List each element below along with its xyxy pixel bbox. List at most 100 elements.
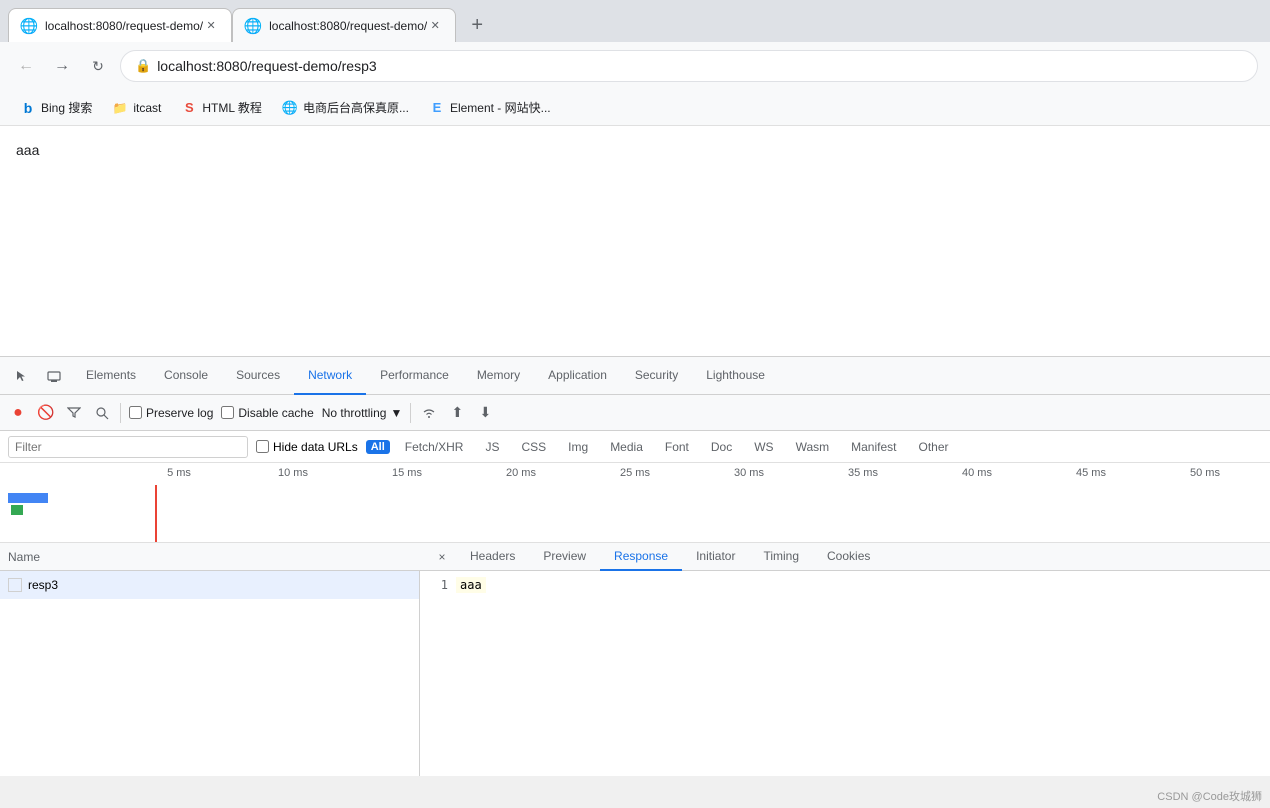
bookmarks-bar: b Bing 搜索 📁 itcast S HTML 教程 🌐 电商后台高保真原.… — [0, 90, 1270, 126]
url-text: localhost:8080/request-demo/resp3 — [157, 58, 376, 74]
element-icon: E — [429, 100, 445, 116]
devtools-device-icon[interactable] — [40, 362, 68, 390]
ruler-mark-10: 50 ms — [1148, 467, 1262, 479]
url-bar[interactable]: 🔒 localhost:8080/request-demo/resp3 — [120, 50, 1258, 82]
tab-console[interactable]: Console — [150, 357, 222, 395]
devtools-cursor-icon[interactable] — [8, 362, 36, 390]
doc-filter[interactable]: Doc — [704, 439, 739, 455]
line-text: aaa — [456, 577, 486, 593]
page-text: aaa — [16, 142, 39, 158]
response-panel: 1 aaa — [420, 571, 1270, 776]
tab-security[interactable]: Security — [621, 357, 692, 395]
js-filter[interactable]: JS — [478, 439, 506, 455]
itcast-icon: 📁 — [112, 100, 128, 116]
ws-filter[interactable]: WS — [747, 439, 780, 455]
filter-bar: Hide data URLs All Fetch/XHR JS CSS Img … — [0, 431, 1270, 463]
name-column-header: Name — [8, 550, 428, 564]
preserve-log-checkbox[interactable]: Preserve log — [129, 406, 213, 420]
timeline-red-line — [155, 485, 157, 542]
record-button[interactable]: ● — [8, 403, 28, 423]
response-tab[interactable]: Response — [600, 543, 682, 571]
close-column-header[interactable]: × — [428, 550, 456, 564]
other-filter[interactable]: Other — [912, 439, 956, 455]
bookmark-bing[interactable]: b Bing 搜索 — [12, 97, 100, 118]
bookmark-ecommerce-label: 电商后台高保真原... — [303, 99, 409, 116]
ruler-mark-8: 40 ms — [920, 467, 1034, 479]
media-filter[interactable]: Media — [603, 439, 650, 455]
browser-chrome: 🌐 localhost:8080/request-demo/ ✕ 🌐 local… — [0, 0, 1270, 126]
tab-sources[interactable]: Sources — [222, 357, 294, 395]
bing-icon: b — [20, 100, 36, 116]
reload-button[interactable]: ↻ — [84, 52, 112, 80]
font-filter[interactable]: Font — [658, 439, 696, 455]
hide-data-urls-checkbox[interactable]: Hide data URLs — [256, 440, 358, 454]
upload-icon[interactable]: ⬆ — [447, 403, 467, 423]
line-number: 1 — [428, 578, 448, 592]
preview-tab[interactable]: Preview — [529, 543, 600, 571]
wasm-filter[interactable]: Wasm — [789, 439, 837, 455]
css-filter[interactable]: CSS — [514, 439, 553, 455]
headers-tab[interactable]: Headers — [456, 543, 529, 571]
tab-2-close[interactable]: ✕ — [427, 18, 443, 34]
tab-lighthouse[interactable]: Lighthouse — [692, 357, 779, 395]
ruler-mark-9: 45 ms — [1034, 467, 1148, 479]
bookmark-element-label: Element - 网站快... — [450, 99, 551, 116]
response-line-1: 1 aaa — [428, 575, 1262, 595]
tab-application[interactable]: Application — [534, 357, 621, 395]
wifi-icon[interactable] — [419, 403, 439, 423]
filter-input[interactable] — [8, 436, 248, 458]
request-detail-split: resp3 1 aaa — [0, 571, 1270, 776]
filter-icon[interactable] — [64, 403, 84, 423]
search-button[interactable] — [92, 403, 112, 423]
clear-button[interactable]: 🚫 — [36, 403, 56, 423]
table-row[interactable]: resp3 — [0, 571, 419, 599]
bookmark-element[interactable]: E Element - 网站快... — [421, 97, 559, 118]
separator-1 — [120, 403, 121, 423]
separator-2 — [410, 403, 411, 423]
img-filter[interactable]: Img — [561, 439, 595, 455]
tab-bar: 🌐 localhost:8080/request-demo/ ✕ 🌐 local… — [0, 0, 1270, 42]
tab-network[interactable]: Network — [294, 357, 366, 395]
ruler-mark-3: 15 ms — [350, 467, 464, 479]
bookmark-html[interactable]: S HTML 教程 — [173, 97, 270, 118]
download-icon[interactable]: ⬇ — [475, 403, 495, 423]
ruler-mark-6: 30 ms — [692, 467, 806, 479]
request-list: resp3 — [0, 571, 420, 776]
cookies-tab[interactable]: Cookies — [813, 543, 884, 571]
ruler-mark-2: 10 ms — [236, 467, 350, 479]
throttle-arrow-icon: ▼ — [390, 406, 402, 420]
fetch-xhr-filter[interactable]: Fetch/XHR — [398, 439, 471, 455]
throttling-select[interactable]: No throttling ▼ — [322, 406, 403, 420]
timeline-bar-row — [8, 491, 1262, 507]
manifest-filter[interactable]: Manifest — [844, 439, 903, 455]
new-tab-button[interactable]: + — [460, 8, 494, 42]
bookmark-bing-label: Bing 搜索 — [41, 99, 92, 116]
back-button[interactable]: ← — [12, 52, 40, 80]
tab-1-title: localhost:8080/request-demo/ — [45, 19, 203, 33]
timeline-bar-green — [11, 505, 23, 515]
tab-1-close[interactable]: ✕ — [203, 18, 219, 34]
disable-cache-checkbox[interactable]: Disable cache — [221, 406, 313, 420]
tab-1-favicon: 🌐 — [21, 18, 37, 34]
tab-2[interactable]: 🌐 localhost:8080/request-demo/ ✕ — [232, 8, 456, 42]
ruler-mark-5: 25 ms — [578, 467, 692, 479]
tab-performance[interactable]: Performance — [366, 357, 463, 395]
timeline-bar-blue — [8, 493, 48, 503]
tab-elements[interactable]: Elements — [72, 357, 150, 395]
tab-2-favicon: 🌐 — [245, 18, 261, 34]
initiator-tab[interactable]: Initiator — [682, 543, 749, 571]
bookmark-itcast[interactable]: 📁 itcast — [104, 98, 169, 118]
ruler-mark-7: 35 ms — [806, 467, 920, 479]
timing-tab[interactable]: Timing — [749, 543, 813, 571]
tab-memory[interactable]: Memory — [463, 357, 534, 395]
tab-1[interactable]: 🌐 localhost:8080/request-demo/ ✕ — [8, 8, 232, 42]
timeline-bars — [0, 485, 1270, 542]
all-filter-badge[interactable]: All — [366, 440, 390, 454]
response-content: 1 aaa — [420, 571, 1270, 599]
forward-button[interactable]: → — [48, 52, 76, 80]
bookmark-ecommerce[interactable]: 🌐 电商后台高保真原... — [274, 97, 417, 118]
ecommerce-icon: 🌐 — [282, 100, 298, 116]
devtools-panel: Elements Console Sources Network Perform… — [0, 356, 1270, 776]
address-bar: ← → ↻ 🔒 localhost:8080/request-demo/resp… — [0, 42, 1270, 90]
bookmark-html-label: HTML 教程 — [202, 99, 262, 116]
